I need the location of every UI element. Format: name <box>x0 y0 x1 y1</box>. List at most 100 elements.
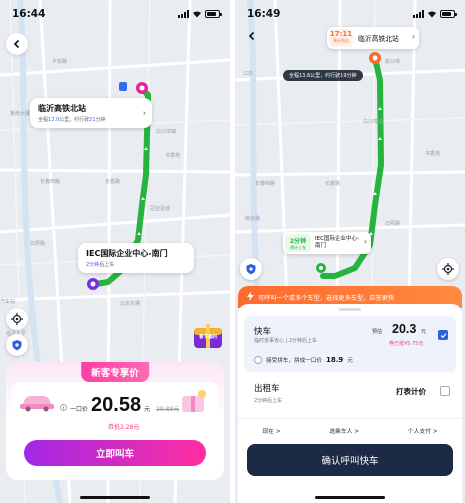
map-label: 白沙埠镇 <box>363 119 384 125</box>
arrival-caption: 预计到达 <box>333 38 349 43</box>
wait-minutes: 2分钟 <box>289 238 307 245</box>
shield-icon <box>246 264 256 275</box>
fixed-price-value: 20.58 <box>91 394 142 416</box>
home-indicator <box>315 496 385 499</box>
wifi-icon <box>428 11 436 18</box>
confirm-call-button[interactable]: 确认呼叫快车 <box>247 444 453 476</box>
chevron-right-icon: › <box>363 237 367 246</box>
kuaiche-checkbox[interactable] <box>438 330 448 340</box>
status-bar: 16:44 <box>0 0 230 28</box>
kuaiche-sub: 临时省事省心 | 2分钟后上车 <box>254 338 318 344</box>
promo-card: 新客专享价 一口价 20.58 元 29.88元 券抵2.28元 立即叫车 <box>6 362 224 480</box>
destination-eta: 2分钟后上车 <box>86 262 115 268</box>
battery-icon <box>440 10 457 18</box>
locate-button[interactable] <box>437 258 459 280</box>
back-button[interactable] <box>6 33 28 55</box>
status-icons <box>413 10 457 18</box>
sheet-body: 快车 临时省事省心 | 2分钟后上车 预估 20.3 元 券已抵¥5.75元 接… <box>238 304 462 503</box>
origin-callout[interactable]: 临沂高铁北站 全程13.0公里，约行驶21分钟 › <box>30 98 152 128</box>
kuaiche-price: 20.3 <box>392 322 417 336</box>
map-label: 长春路 <box>105 179 121 185</box>
fixed-price-label: 一口价 <box>70 406 89 413</box>
status-time: 16:49 <box>247 8 281 20</box>
lightning-icon <box>247 292 254 301</box>
locate-icon <box>11 313 23 325</box>
safety-button[interactable] <box>240 258 262 280</box>
festival-badge[interactable]: 春节福利 <box>190 320 226 352</box>
map-label: 冠亚星城 <box>150 206 171 212</box>
map-label: 北京东路 <box>120 301 141 307</box>
chevron-right-icon: › <box>142 108 146 118</box>
arrival-time-box: 17:11 预计到达 <box>329 29 353 47</box>
map-label: 长春西路 <box>255 181 276 187</box>
option-time[interactable]: 现在 > <box>262 426 280 435</box>
map-label: 书香苑 <box>165 153 181 159</box>
back-button[interactable] <box>241 25 263 47</box>
ride-sheet: 可呼叫一个或多个车型，选择更多车型，应答更快 快车 临时省事省心 | 2分钟后上… <box>235 286 465 503</box>
carpool-label: 接受拼车，拼成一口价 <box>266 358 322 364</box>
locate-icon <box>442 263 454 275</box>
wait-time-box: 2分钟 预计上车 <box>285 234 311 252</box>
map-label: 平安路 <box>52 59 68 65</box>
safety-button[interactable] <box>6 334 28 356</box>
signal-icon <box>178 10 189 18</box>
destination-title: IEC国际企业中心-南门 <box>86 249 168 258</box>
map-label: 汽车站 <box>0 299 16 305</box>
taxi-sub: 2分钟后上车 <box>254 398 283 404</box>
wait-tag[interactable]: 2分钟 预计上车 IEC国际企业中心-南门 › <box>283 232 371 254</box>
kuaiche-coupon: 券已抵¥5.75元 <box>389 341 424 347</box>
taxi-option[interactable]: 出租车 2分钟后上车 <box>254 382 282 404</box>
call-car-button[interactable]: 立即叫车 <box>24 440 206 466</box>
status-bar: 16:49 <box>235 0 465 28</box>
route-info-pill: 全程13.6公里，约行驶19分钟 <box>283 70 363 81</box>
map-label: 日照路 <box>30 241 46 247</box>
map-label: 鲁南大厦 <box>10 111 31 117</box>
taxi-meter-label: 打表计价 <box>396 387 426 396</box>
car-icon <box>20 396 54 412</box>
divider <box>238 418 462 419</box>
gift-decoration-icon <box>182 390 206 412</box>
locate-button[interactable] <box>6 308 28 330</box>
taxi-checkbox[interactable] <box>440 386 450 396</box>
map-label: 白沙埠镇 <box>156 129 177 135</box>
signal-icon <box>413 10 424 18</box>
map-label: 新沙埠 <box>385 59 401 65</box>
price-row: 一口价 20.58 元 29.88元 <box>60 394 179 417</box>
home-indicator <box>80 496 150 499</box>
taxi-name: 出租车 <box>254 384 280 394</box>
price-box: 一口价 20.58 元 29.88元 券抵2.28元 <box>12 382 218 432</box>
wait-title: IEC国际企业中心-南门 <box>315 236 359 249</box>
chevron-left-icon <box>13 39 20 49</box>
destination-callout[interactable]: IEC国际企业中心-南门 2分钟后上车 <box>78 243 194 273</box>
pickup-title: 临沂高铁北站 <box>358 35 399 43</box>
kuaiche-name: 快车 <box>254 327 272 337</box>
new-user-price-tag: 新客专享价 <box>81 362 149 382</box>
kuaiche-unit: 元 <box>421 329 427 335</box>
map-label: 日照路 <box>385 221 401 227</box>
chevron-right-icon: › <box>411 32 415 41</box>
kuaiche-option[interactable]: 快车 临时省事省心 | 2分钟后上车 预估 20.3 元 券已抵¥5.75元 接… <box>244 316 456 372</box>
festival-badge-label: 春节福利 <box>199 335 217 340</box>
option-passenger[interactable]: 选乘车人 > <box>329 426 359 435</box>
map-label: 南京路 <box>245 216 261 222</box>
pickup-tag[interactable]: 17:11 预计到达 临沂高铁北站 › <box>327 27 419 49</box>
map-label: 长春路 <box>325 181 341 187</box>
carpool-option[interactable]: 接受拼车，拼成一口价 18.9 元 <box>254 356 353 364</box>
ride-options-row: 现在 > 选乘车人 > 个人支付 > <box>238 426 462 435</box>
battery-icon <box>205 10 222 18</box>
info-icon[interactable] <box>60 404 67 411</box>
wait-caption: 预计上车 <box>290 245 306 250</box>
origin-title: 临沂高铁北站 <box>38 104 86 113</box>
check-icon <box>440 332 446 338</box>
origin-route-summary: 全程13.0公里，约行驶21分钟 <box>38 117 106 123</box>
sheet-grabber[interactable] <box>339 308 361 311</box>
option-payment[interactable]: 个人支付 > <box>408 426 438 435</box>
map-label: 书香苑 <box>425 151 441 157</box>
map-label: 江泉 <box>243 71 254 77</box>
carpool-radio[interactable] <box>254 356 262 364</box>
banner-text: 可呼叫一个或多个车型，选择更多车型，应答更快 <box>258 294 395 302</box>
carpool-price: 18.9 <box>325 356 344 364</box>
arrival-time: 17:11 <box>329 30 353 38</box>
estimate-label: 预估 <box>372 329 383 335</box>
wifi-icon <box>193 11 201 18</box>
